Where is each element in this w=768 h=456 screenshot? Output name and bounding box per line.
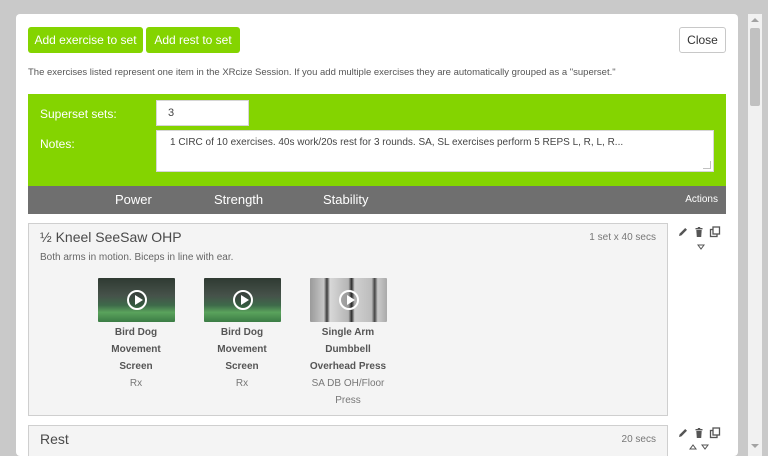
- exercise-video-thumbnail[interactable]: [309, 278, 387, 322]
- item-title: ½ Kneel SeeSaw OHP: [40, 229, 182, 245]
- item-duration: 20 secs: [621, 434, 656, 445]
- notes-textarea[interactable]: 1 CIRC of 10 exercises. 40s work/20s res…: [156, 130, 714, 172]
- rest-item-card[interactable]: Rest 20 secs: [28, 425, 668, 456]
- play-icon[interactable]: [338, 290, 359, 310]
- copy-icon[interactable]: [709, 226, 721, 238]
- add-rest-button[interactable]: Add rest to set: [146, 27, 240, 53]
- exercise-name: Bird Dog Movement Screen: [111, 327, 161, 372]
- superset-sets-input[interactable]: 3: [156, 100, 249, 126]
- exercise-tile[interactable]: Single Arm Dumbbell Overhead Press SA DB…: [306, 278, 390, 409]
- exercise-name: Single Arm Dumbbell Overhead Press: [309, 327, 387, 372]
- exercise-name: Bird Dog Movement Screen: [217, 327, 267, 372]
- copy-icon[interactable]: [709, 427, 721, 439]
- exercise-tile[interactable]: Bird Dog Movement Screen Rx: [200, 278, 284, 392]
- actions-header: Actions: [685, 194, 718, 205]
- scrollbar-thumb[interactable]: [750, 28, 760, 106]
- notes-value: 1 CIRC of 10 exercises. 40s work/20s res…: [170, 137, 624, 148]
- notes-label: Notes:: [40, 137, 75, 151]
- exercise-tile[interactable]: Bird Dog Movement Screen Rx: [94, 278, 178, 392]
- close-button[interactable]: Close: [679, 27, 726, 53]
- tab-power[interactable]: Power: [115, 186, 152, 214]
- trash-icon[interactable]: [693, 427, 705, 439]
- caret-up-icon[interactable]: [689, 444, 697, 450]
- superset-panel: Superset sets: 3 Notes: 1 CIRC of 10 exe…: [28, 94, 726, 186]
- pencil-icon[interactable]: [677, 427, 689, 439]
- item-description: Both arms in motion. Biceps in line with…: [40, 252, 234, 263]
- pencil-icon[interactable]: [677, 226, 689, 238]
- vertical-scrollbar[interactable]: [748, 14, 762, 456]
- caret-down-icon[interactable]: [701, 444, 709, 450]
- item-sets-duration: 1 set x 40 secs: [589, 232, 656, 243]
- exercise-prescription: Rx: [129, 378, 143, 389]
- exercise-prescription: Rx: [235, 378, 249, 389]
- play-icon[interactable]: [232, 290, 253, 310]
- superset-sets-label: Superset sets:: [40, 107, 117, 121]
- tab-stability[interactable]: Stability: [323, 186, 369, 214]
- item-title: Rest: [40, 431, 69, 447]
- caret-down-icon[interactable]: [697, 244, 705, 250]
- info-text: The exercises listed represent one item …: [28, 67, 616, 78]
- scroll-down-icon[interactable]: [751, 444, 759, 448]
- exercise-set-modal: Add exercise to set Add rest to set Clos…: [16, 14, 738, 456]
- scroll-up-icon[interactable]: [751, 18, 759, 22]
- play-icon[interactable]: [126, 290, 147, 310]
- add-exercise-button[interactable]: Add exercise to set: [28, 27, 143, 53]
- exercise-prescription: SA DB OH/Floor Press: [311, 378, 385, 406]
- trash-icon[interactable]: [693, 226, 705, 238]
- resize-grip-icon[interactable]: [703, 161, 711, 169]
- exercise-item-card[interactable]: ½ Kneel SeeSaw OHP 1 set x 40 secs Both …: [28, 223, 668, 416]
- exercise-video-thumbnail[interactable]: [203, 278, 281, 322]
- tab-strength[interactable]: Strength: [214, 186, 263, 214]
- exercise-video-thumbnail[interactable]: [97, 278, 175, 322]
- category-tab-bar: Power Strength Stability Actions: [28, 186, 726, 214]
